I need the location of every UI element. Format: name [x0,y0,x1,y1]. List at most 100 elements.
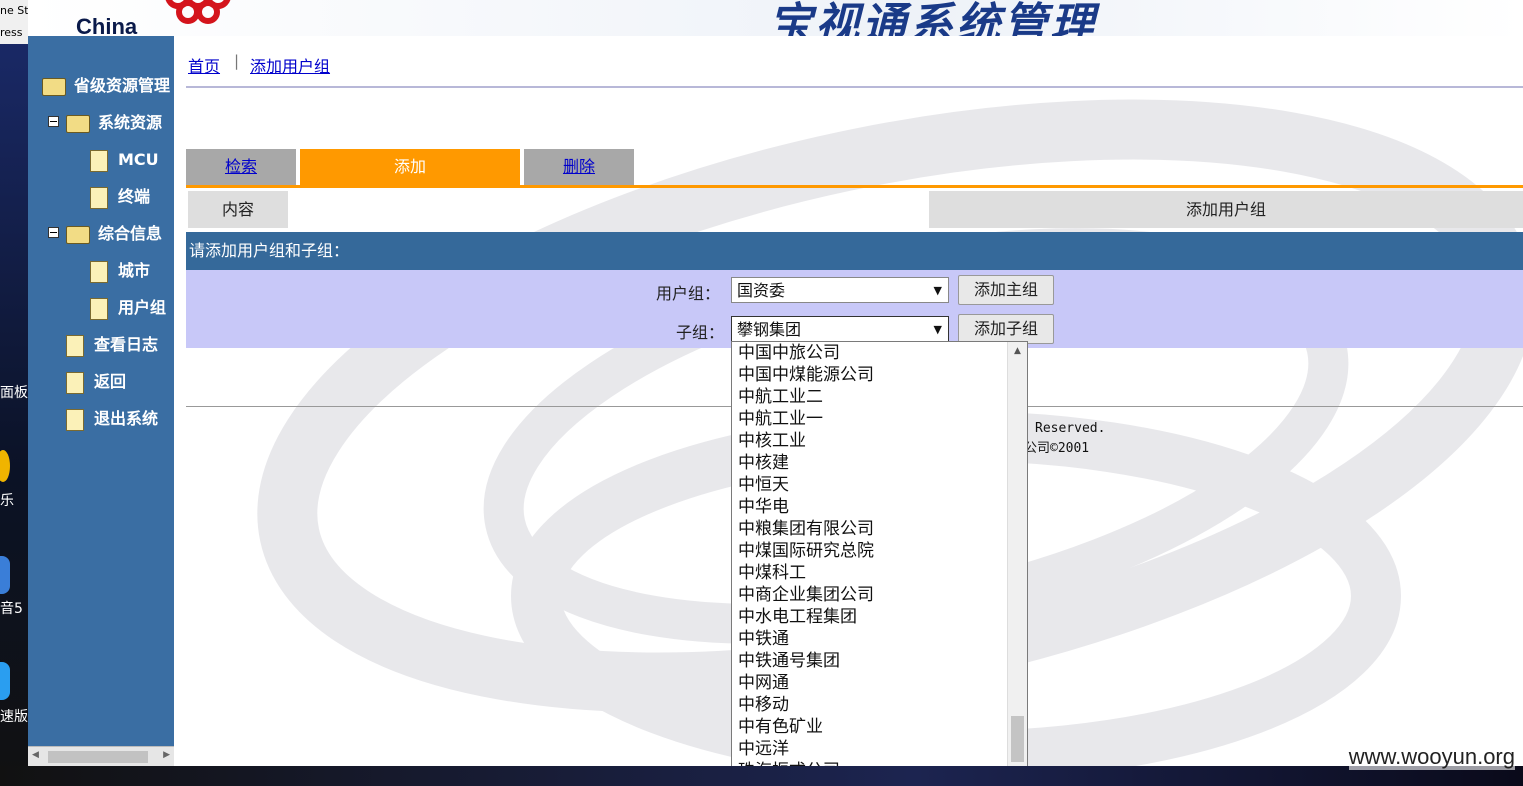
subgroup-select-value: 攀钢集团 [737,320,802,339]
breadcrumb-separator: | [234,52,240,70]
dropdown-option[interactable]: 中煤科工 [732,562,1002,584]
desktop-label: 音5 [0,601,23,617]
desktop-label: 面板 [0,385,28,401]
sidebar-item-label: 退出系统 [94,409,159,428]
breadcrumb-home[interactable]: 首页 [188,53,220,77]
folder-icon [66,114,90,133]
sidebar-item-user-group[interactable]: 用户组 [90,296,166,320]
dropdown-option[interactable]: 中国中煤能源公司 [732,364,1002,386]
add-subgroup-button[interactable]: 添加子组 [958,314,1054,344]
scrollbar-thumb[interactable] [1011,716,1024,762]
scroll-right-icon[interactable]: ▶ [163,750,170,760]
group-select[interactable]: 国资委 ▼ [731,277,949,303]
dropdown-option[interactable]: 中核建 [732,452,1002,474]
sidebar-horizontal-scrollbar[interactable]: ◀ ▶ [28,746,174,766]
scrollbar-thumb[interactable] [48,751,148,763]
desktop-strip: ne St ress 面板 乐 音5 速版 [0,0,28,786]
document-icon [66,371,84,394]
breadcrumb-current[interactable]: 添加用户组 [250,53,330,77]
section-title: 请添加用户组和子组： [186,232,1523,270]
dropdown-arrow-icon: ▼ [933,323,942,336]
dropdown-option[interactable]: 中恒天 [732,474,1002,496]
sidebar-item-terminal[interactable]: 终端 [90,185,150,209]
dropdown-option[interactable]: 中铁通 [732,628,1002,650]
desktop-label: 乐 [0,493,14,509]
folder-icon [42,77,66,96]
collapse-icon[interactable] [48,116,59,127]
dropdown-option[interactable]: 中核工业 [732,430,1002,452]
content-label: 内容 [188,191,288,228]
dropdown-option[interactable]: 中商企业集团公司 [732,584,1002,606]
sidebar-item-label: 综合信息 [98,224,163,243]
tab-delete[interactable]: 删除 [524,149,634,185]
dropdown-option[interactable]: 中航工业二 [732,386,1002,408]
app-icon[interactable] [0,662,10,700]
document-icon [66,408,84,431]
sidebar-item-label: 系统资源 [98,113,163,132]
sidebar-item-city[interactable]: 城市 [90,259,150,283]
group-form: 用户组： 国资委 ▼ 添加主组 子组： 攀钢集团 ▼ 添加子组 [186,270,1523,348]
background-window-title: ne St [0,0,28,22]
dropdown-option[interactable]: 中航工业一 [732,408,1002,430]
dropdown-option[interactable]: 中华电 [732,496,1002,518]
sidebar-item-system-resources[interactable]: 系统资源 [66,111,162,135]
system-title: 宝视通系统管理 [768,0,1097,36]
sidebar-item-label: 省级资源管理 [74,76,171,95]
dropdown-option[interactable]: 中煤国际研究总院 [732,540,1002,562]
collapse-icon[interactable] [48,227,59,238]
taskbar [0,766,1523,786]
sidebar-item-logout[interactable]: 退出系统 [66,407,158,431]
document-icon [90,186,108,209]
watermark: www.wooyun.org [1348,744,1515,770]
folder-icon [66,225,90,244]
subgroup-select[interactable]: 攀钢集团 ▼ [731,316,949,342]
dropdown-scrollbar[interactable]: ▲ ▼ [1007,342,1027,784]
header-banner: China 宝视通系统管理 [28,0,1523,36]
scroll-left-icon[interactable]: ◀ [32,750,39,760]
group-select-value: 国资委 [737,281,786,300]
sidebar-item-general-info[interactable]: 综合信息 [66,222,162,246]
dropdown-option[interactable]: 中粮集团有限公司 [732,518,1002,540]
china-unicom-logo-icon [165,0,231,24]
content-title: 添加用户组 [929,191,1523,228]
sidebar-item-label: 返回 [94,372,127,391]
document-icon [90,260,108,283]
dropdown-arrow-icon: ▼ [933,284,942,297]
sidebar-item-label: 城市 [118,261,151,280]
dropdown-option[interactable]: 中水电工程集团 [732,606,1002,628]
dropdown-options: 中国中旅公司 中国中煤能源公司 中航工业二 中航工业一 中核工业 中核建 中恒天 中华电 中粮集… [732,342,1002,782]
sidebar-item-label: 查看日志 [94,335,159,354]
logo-text: China [76,14,138,36]
footer-copyright: 公司©2001 [1024,441,1090,456]
subgroup-label: 子组： [676,323,725,342]
document-icon [90,297,108,320]
sidebar-item-view-log[interactable]: 查看日志 [66,333,158,357]
document-icon [90,149,108,172]
dropdown-option[interactable]: 中网通 [732,672,1002,694]
app-icon[interactable] [0,450,10,482]
sidebar-item-label: 终端 [118,187,151,206]
dropdown-option[interactable]: 中移动 [732,694,1002,716]
subgroup-dropdown-list[interactable]: 中国中旅公司 中国中煤能源公司 中航工业二 中航工业一 中核工业 中核建 中恒天 中华电 中粮集… [731,341,1028,785]
divider [186,86,1523,88]
tab-search[interactable]: 检索 [186,149,296,185]
footer-reserved: Reserved. [1035,421,1106,436]
tab-add[interactable]: 添加 [300,149,520,185]
scroll-up-icon[interactable]: ▲ [1008,342,1027,360]
sidebar-item-mcu[interactable]: MCU [90,148,159,172]
dropdown-option[interactable]: 中远洋 [732,738,1002,760]
sidebar-item-back[interactable]: 返回 [66,370,126,394]
dropdown-option[interactable]: 中有色矿业 [732,716,1002,738]
app-icon[interactable] [0,556,10,594]
dropdown-option[interactable]: 中铁通号集团 [732,650,1002,672]
sidebar-item-provincial[interactable]: 省级资源管理 [42,74,170,98]
desktop-label: 速版 [0,709,28,725]
dropdown-option[interactable]: 中国中旅公司 [732,342,1002,364]
sidebar-item-label: MCU [118,150,159,169]
document-icon [66,334,84,357]
add-main-group-button[interactable]: 添加主组 [958,275,1054,305]
group-label: 用户组： [656,284,721,303]
background-window-field: ress [0,22,28,44]
sidebar-tree: 省级资源管理 系统资源 MCU 终端 综合信息 城市 用户组 查看日志 返回 退… [28,36,174,746]
sidebar-item-label: 用户组 [118,298,167,317]
